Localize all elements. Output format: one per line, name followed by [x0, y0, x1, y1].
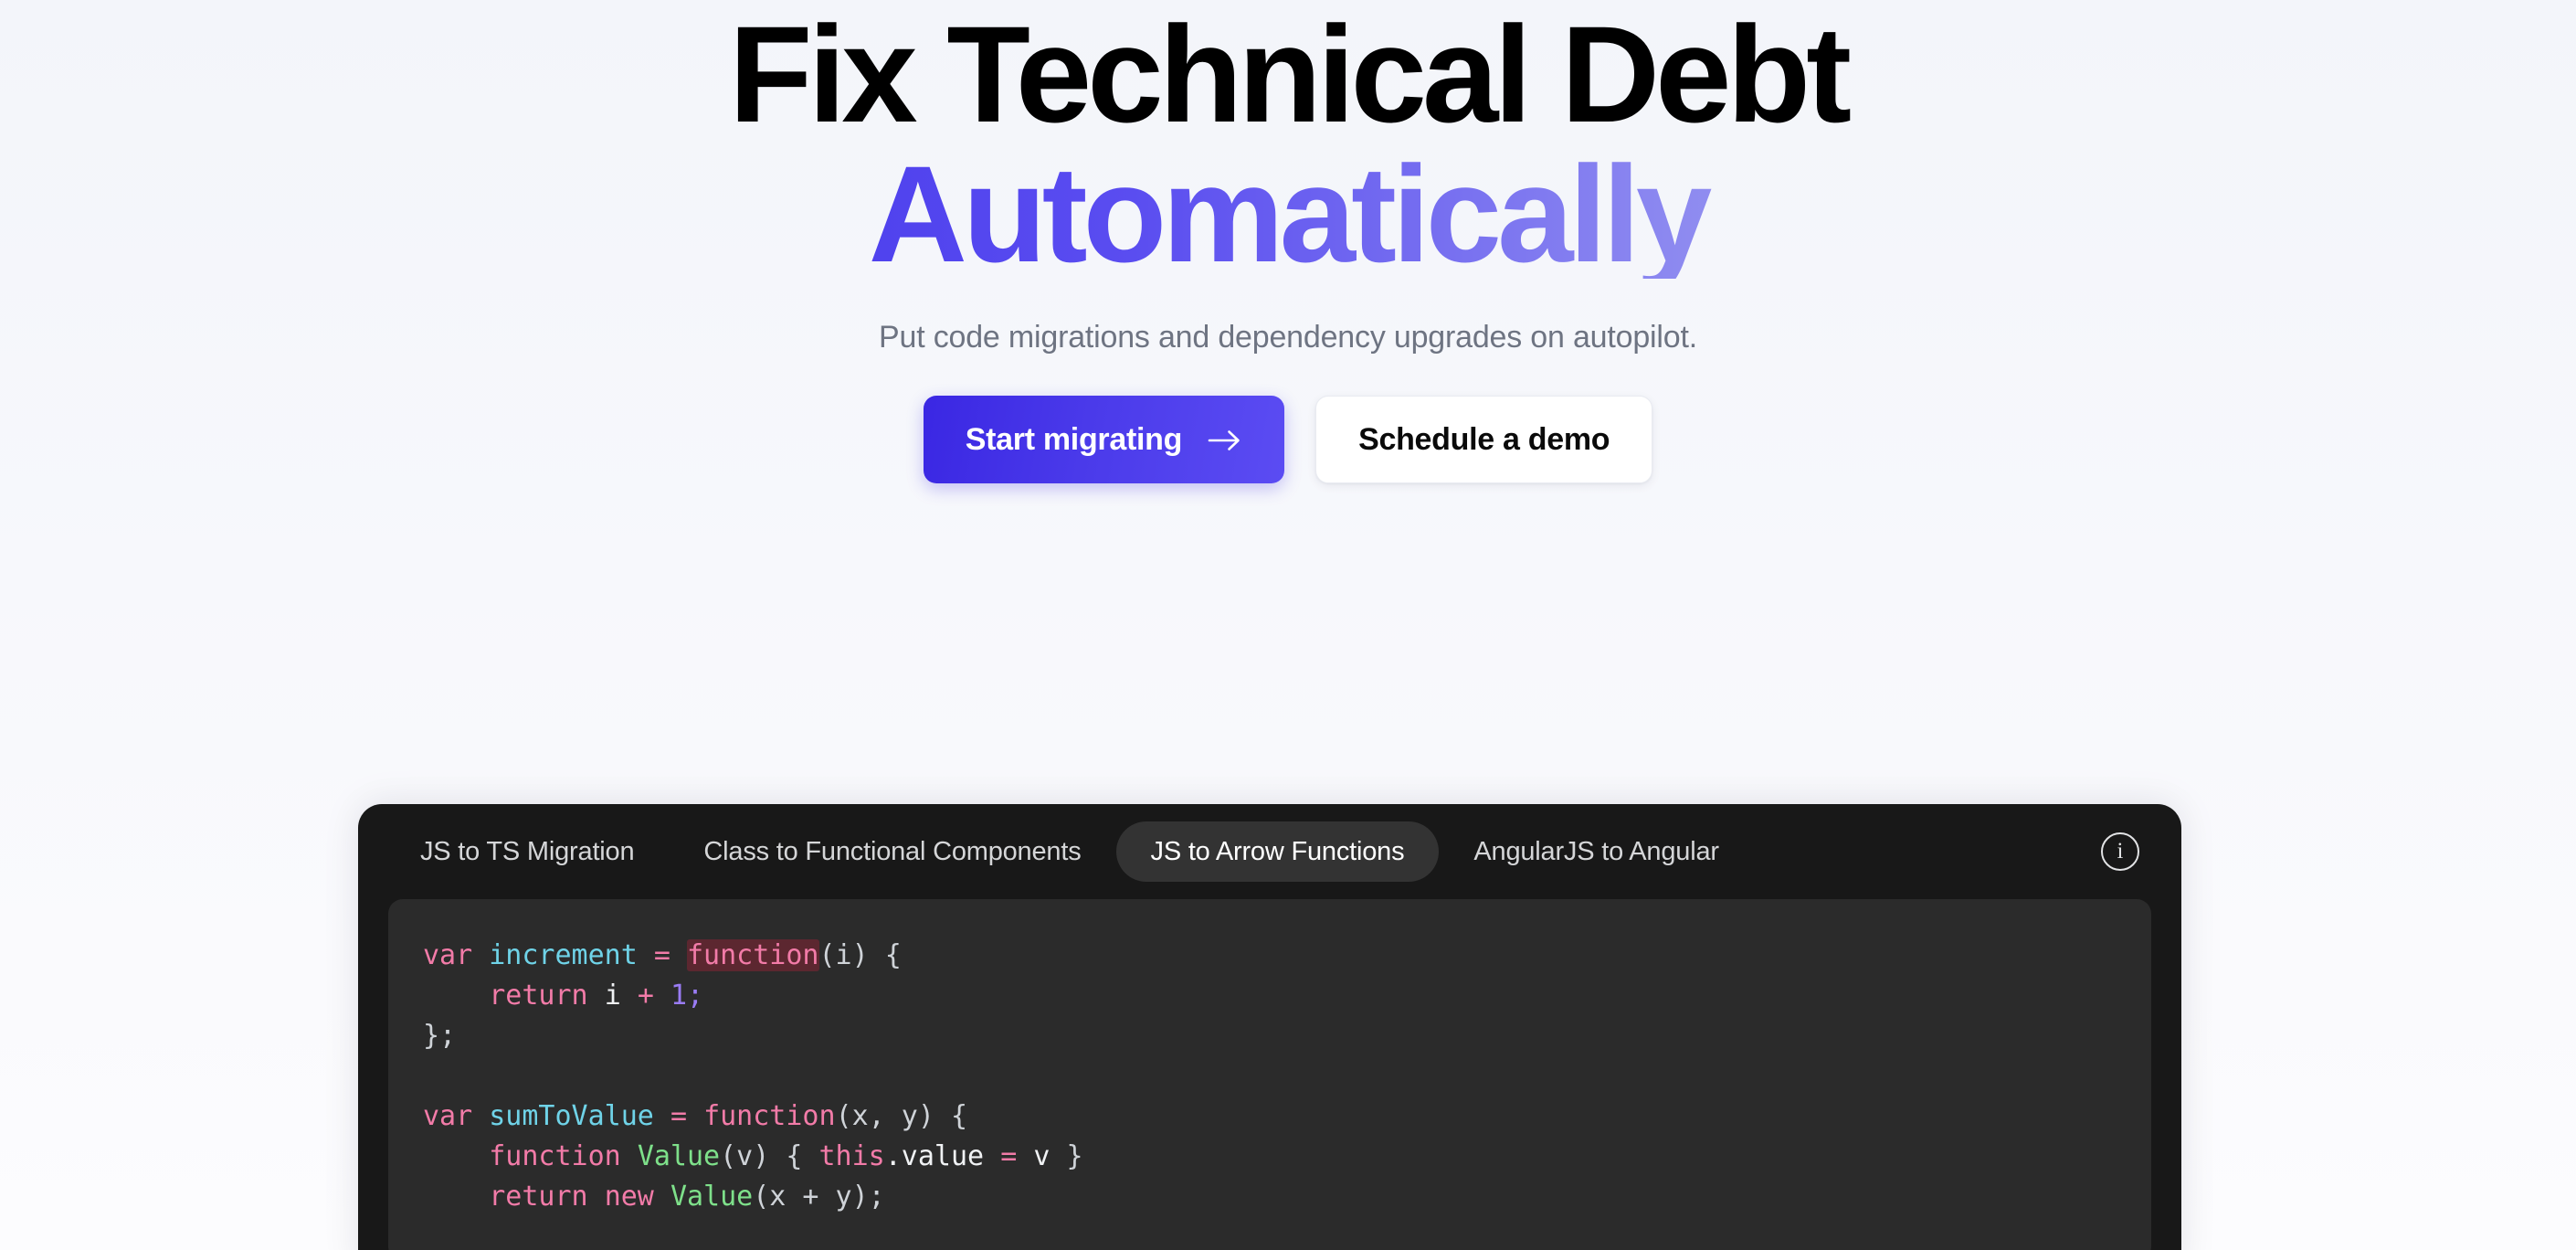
code-token-params-xy: (x, y) { [835, 1100, 968, 1132]
code-token-var: var [423, 939, 473, 971]
code-token-one: 1 [670, 980, 687, 1012]
code-token-plus: + [637, 980, 654, 1012]
code-token-close-brace: }; [423, 1020, 457, 1052]
cta-button-group: Start migrating Schedule a demo [0, 396, 2576, 484]
info-icon[interactable]: i [2101, 832, 2139, 871]
schedule-demo-label: Schedule a demo [1358, 421, 1610, 457]
code-token-this: this [818, 1140, 885, 1172]
code-token-var-2: var [423, 1100, 473, 1132]
code-token-semicolon: ; [687, 980, 704, 1012]
code-token-equals: = [653, 939, 670, 971]
tab-class-to-functional-components[interactable]: Class to Functional Components [669, 821, 1115, 882]
code-token-param-v: (v) { [720, 1140, 803, 1172]
start-migrating-label: Start migrating [965, 421, 1183, 457]
code-demo-panel: JS to TS Migration Class to Functional C… [358, 804, 2181, 1250]
code-token-value-call: Value [670, 1181, 754, 1213]
code-token-function-3: function [489, 1140, 621, 1172]
code-token-return-2: return [489, 1181, 588, 1213]
tab-angularjs-to-angular[interactable]: AngularJS to Angular [1439, 821, 1753, 882]
headline-line-2-gradient: Automatically [0, 145, 2576, 281]
code-block[interactable]: var increment = function(i) { return i +… [388, 936, 2151, 1217]
schedule-demo-button[interactable]: Schedule a demo [1315, 396, 1653, 484]
code-token-equals-3: = [1000, 1140, 1018, 1172]
code-token-expr-xy: (x + y); [753, 1181, 885, 1213]
code-token-equals-2: = [670, 1100, 687, 1132]
tab-js-to-ts-migration[interactable]: JS to TS Migration [385, 821, 669, 882]
code-token-function-2: function [703, 1100, 836, 1132]
code-token-return: return [489, 980, 588, 1012]
code-token-function-highlighted: function [687, 939, 819, 971]
code-token-v: v [1033, 1140, 1050, 1172]
arrow-right-icon [1208, 429, 1242, 452]
code-token-i: i [604, 980, 621, 1012]
headline-line-1: Fix Technical Debt [728, 0, 1852, 151]
code-token-param-i: (i) { [818, 939, 902, 971]
hero-section: Fix Technical Debt Automatically Put cod… [0, 0, 2576, 484]
migration-tabs: JS to TS Migration Class to Functional C… [358, 804, 2181, 899]
code-token-dot-value: .value [884, 1140, 985, 1172]
landing-page: Fix Technical Debt Automatically Put cod… [0, 0, 2576, 1250]
code-token-increment: increment [489, 939, 638, 971]
tab-js-to-arrow-functions[interactable]: JS to Arrow Functions [1115, 821, 1440, 882]
code-token-close-inline: } [1066, 1140, 1083, 1172]
start-migrating-button[interactable]: Start migrating [923, 396, 1285, 484]
page-title: Fix Technical Debt Automatically [0, 0, 2576, 281]
code-token-value-class: Value [637, 1140, 721, 1172]
code-token-sumtovalue: sumToValue [489, 1100, 654, 1132]
code-token-new: new [604, 1181, 654, 1213]
code-editor-surface: var increment = function(i) { return i +… [388, 899, 2151, 1250]
hero-subtitle: Put code migrations and dependency upgra… [879, 320, 1697, 355]
